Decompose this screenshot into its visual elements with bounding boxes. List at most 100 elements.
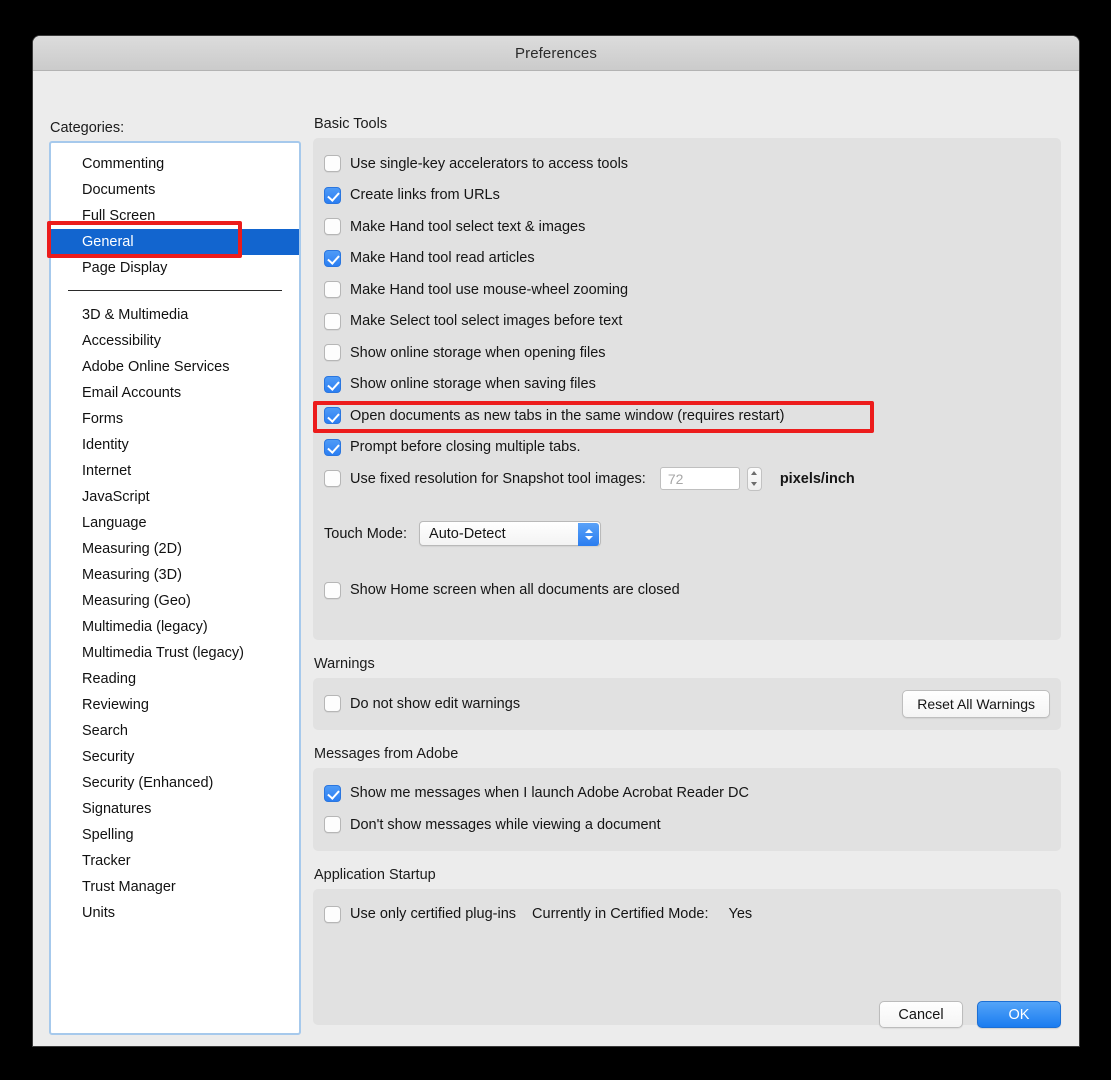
sidebar-item-trust-manager[interactable]: Trust Manager xyxy=(51,874,299,900)
sidebar-item-language[interactable]: Language xyxy=(51,510,299,536)
checkbox-use-single-key-accelerators-to-access-tools[interactable] xyxy=(324,155,341,173)
basic-tools-checkbox-list: Use single-key accelerators to access to… xyxy=(313,148,1061,463)
resolution-value: 72 xyxy=(667,470,684,487)
messages-group: Show me messages when I launch Adobe Acr… xyxy=(313,767,1061,851)
sidebar-item-identity[interactable]: Identity xyxy=(51,432,299,458)
warnings-label: Warnings xyxy=(314,656,375,672)
sidebar-item-page-display[interactable]: Page Display xyxy=(51,255,299,281)
sidebar-item-email-accounts[interactable]: Email Accounts xyxy=(51,380,299,406)
checkbox-row-show-me-messages-when-i-launch-adobe-acrobat-r: Show me messages when I launch Adobe Acr… xyxy=(313,778,1061,810)
checkbox-row-use-single-key-accelerators-to-access-tools: Use single-key accelerators to access to… xyxy=(313,148,1061,180)
sidebar-item-search[interactable]: Search xyxy=(51,718,299,744)
checkbox-open-documents-as-new-tabs-in-the-same-window-[interactable] xyxy=(324,407,341,425)
checkbox-label-create-links-from-urls: Create links from URLs xyxy=(350,187,500,204)
checkbox-show-online-storage-when-saving-files[interactable] xyxy=(324,375,341,393)
sidebar-item-general[interactable]: General xyxy=(51,229,299,255)
sidebar-item-commenting[interactable]: Commenting xyxy=(51,151,299,177)
sidebar-item-multimedia-legacy[interactable]: Multimedia (legacy) xyxy=(51,614,299,640)
window-title: Preferences xyxy=(515,44,597,62)
sidebar-item-security[interactable]: Security xyxy=(51,744,299,770)
home-screen-row: Show Home screen when all documents are … xyxy=(313,575,1061,607)
warnings-group: Do not show edit warnings Reset All Warn… xyxy=(313,678,1061,730)
checkbox-label-open-documents-as-new-tabs-in-the-same-window-: Open documents as new tabs in the same w… xyxy=(350,407,785,424)
sidebar-item-signatures[interactable]: Signatures xyxy=(51,796,299,822)
messages-checkbox-list: Show me messages when I launch Adobe Acr… xyxy=(313,778,1061,841)
sidebar-item-units[interactable]: Units xyxy=(51,900,299,926)
checkbox-row-don-t-show-messages-while-viewing-a-document: Don't show messages while viewing a docu… xyxy=(313,809,1061,841)
checkbox-fixed-resolution[interactable] xyxy=(324,470,341,488)
sidebar-item-accessibility[interactable]: Accessibility xyxy=(51,328,299,354)
certified-mode-label: Currently in Certified Mode: xyxy=(532,906,709,923)
checkbox-row-show-online-storage-when-saving-files: Show online storage when saving files xyxy=(313,369,1061,401)
checkbox-make-hand-tool-read-articles[interactable] xyxy=(324,249,341,267)
stepper-up-icon[interactable] xyxy=(751,471,758,476)
checkbox-use-only-certified-plugins[interactable] xyxy=(324,905,341,923)
category-list-bottom-group: 3D & Multimedia Accessibility Adobe Online… xyxy=(51,302,299,926)
checkbox-make-hand-tool-use-mouse-wheel-zooming[interactable] xyxy=(324,281,341,299)
categories-label: Categories: xyxy=(50,120,125,136)
checkbox-row-create-links-from-urls: Create links from URLs xyxy=(313,180,1061,212)
checkbox-label-make-hand-tool-use-mouse-wheel-zooming: Make Hand tool use mouse-wheel zooming xyxy=(350,281,629,298)
category-list[interactable]: Commenting Documents Full Screen General Pag… xyxy=(49,141,301,1035)
checkbox-label-use-single-key-accelerators-to-access-tools: Use single-key accelerators to access to… xyxy=(350,155,629,172)
sidebar-item-javascript[interactable]: JavaScript xyxy=(51,484,299,510)
checkbox-label-make-hand-tool-read-articles: Make Hand tool read articles xyxy=(350,250,535,267)
reset-all-warnings-button[interactable]: Reset All Warnings xyxy=(902,689,1050,718)
checkbox-label-fixed-resolution: Use fixed resolution for Snapshot tool i… xyxy=(350,470,646,487)
checkbox-prompt-before-closing-multiple-tabs[interactable] xyxy=(324,438,341,456)
category-list-divider xyxy=(68,290,282,291)
checkbox-label-prompt-before-closing-multiple-tabs: Prompt before closing multiple tabs. xyxy=(350,439,581,456)
checkbox-home-screen[interactable] xyxy=(324,581,341,599)
checkbox-row-make-hand-tool-use-mouse-wheel-zooming: Make Hand tool use mouse-wheel zooming xyxy=(313,274,1061,306)
checkbox-label-show-online-storage-when-opening-files: Show online storage when opening files xyxy=(350,344,606,361)
sidebar-item-3d-multimedia[interactable]: 3D & Multimedia xyxy=(51,302,299,328)
preferences-window: Preferences Categories: Commenting Docume… xyxy=(33,36,1079,1046)
resolution-unit-label: pixels/inch xyxy=(779,470,855,487)
sidebar-item-documents[interactable]: Documents xyxy=(51,177,299,203)
sidebar-item-security-enhanced[interactable]: Security (Enhanced) xyxy=(51,770,299,796)
checkbox-make-hand-tool-select-text-images[interactable] xyxy=(324,218,341,236)
sidebar-item-measuring-2d[interactable]: Measuring (2D) xyxy=(51,536,299,562)
checkbox-label-don-t-show-messages-while-viewing-a-document: Don't show messages while viewing a docu… xyxy=(350,816,661,833)
sidebar-item-full-screen[interactable]: Full Screen xyxy=(51,203,299,229)
checkbox-do-not-show-edit-warnings[interactable] xyxy=(324,695,341,713)
sidebar-item-tracker[interactable]: Tracker xyxy=(51,848,299,874)
checkbox-label-show-me-messages-when-i-launch-adobe-acrobat-r: Show me messages when I launch Adobe Acr… xyxy=(350,785,749,802)
settings-pane: Basic Tools Use single-key accelerators … xyxy=(313,116,1061,1025)
checkbox-label-show-online-storage-when-saving-files: Show online storage when saving files xyxy=(350,376,596,393)
resolution-stepper[interactable] xyxy=(746,466,762,491)
sidebar-item-multimedia-trust-legacy[interactable]: Multimedia Trust (legacy) xyxy=(51,640,299,666)
touch-mode-label: Touch Mode: xyxy=(324,525,408,542)
sidebar-item-forms[interactable]: Forms xyxy=(51,406,299,432)
touch-mode-select[interactable]: Auto-Detect xyxy=(419,521,602,546)
checkbox-row-show-online-storage-when-opening-files: Show online storage when opening files xyxy=(313,337,1061,369)
checkbox-make-select-tool-select-images-before-text[interactable] xyxy=(324,312,341,330)
checkbox-create-links-from-urls[interactable] xyxy=(324,186,341,204)
checkbox-label-make-select-tool-select-images-before-text: Make Select tool select images before te… xyxy=(350,313,623,330)
sidebar-item-adobe-online-services[interactable]: Adobe Online Services xyxy=(51,354,299,380)
checkbox-label-make-hand-tool-select-text-images: Make Hand tool select text & images xyxy=(350,218,586,235)
checkbox-row-make-hand-tool-read-articles: Make Hand tool read articles xyxy=(313,243,1061,275)
checkbox-row-make-hand-tool-select-text-images: Make Hand tool select text & images xyxy=(313,211,1061,243)
warnings-row: Do not show edit warnings Reset All Warn… xyxy=(313,688,1061,720)
checkbox-don-t-show-messages-while-viewing-a-document[interactable] xyxy=(324,816,341,834)
category-list-top-group: Commenting Documents Full Screen General Pag… xyxy=(51,143,299,281)
checkbox-show-me-messages-when-i-launch-adobe-acrobat-r[interactable] xyxy=(324,784,341,802)
sidebar-item-reviewing[interactable]: Reviewing xyxy=(51,692,299,718)
sidebar-item-reading[interactable]: Reading xyxy=(51,666,299,692)
resolution-input[interactable]: 72 xyxy=(659,467,740,491)
chevron-updown-icon[interactable] xyxy=(578,523,600,546)
sidebar-item-measuring-3d[interactable]: Measuring (3D) xyxy=(51,562,299,588)
sidebar-item-measuring-geo[interactable]: Measuring (Geo) xyxy=(51,588,299,614)
sidebar-item-spelling[interactable]: Spelling xyxy=(51,822,299,848)
checkbox-show-online-storage-when-opening-files[interactable] xyxy=(324,344,341,362)
touch-mode-value: Auto-Detect xyxy=(429,525,506,542)
dialog-body: Categories: Commenting Documents Full Scre… xyxy=(33,71,1079,1046)
checkbox-label-home-screen: Show Home screen when all documents are … xyxy=(350,582,680,599)
sidebar-item-internet[interactable]: Internet xyxy=(51,458,299,484)
dialog-footer: Cancel OK xyxy=(879,1001,1061,1028)
checkbox-label-use-only-certified-plugins: Use only certified plug-ins xyxy=(350,906,517,923)
stepper-down-icon[interactable] xyxy=(751,482,758,487)
cancel-button[interactable]: Cancel xyxy=(879,1001,963,1028)
ok-button[interactable]: OK xyxy=(977,1001,1061,1028)
